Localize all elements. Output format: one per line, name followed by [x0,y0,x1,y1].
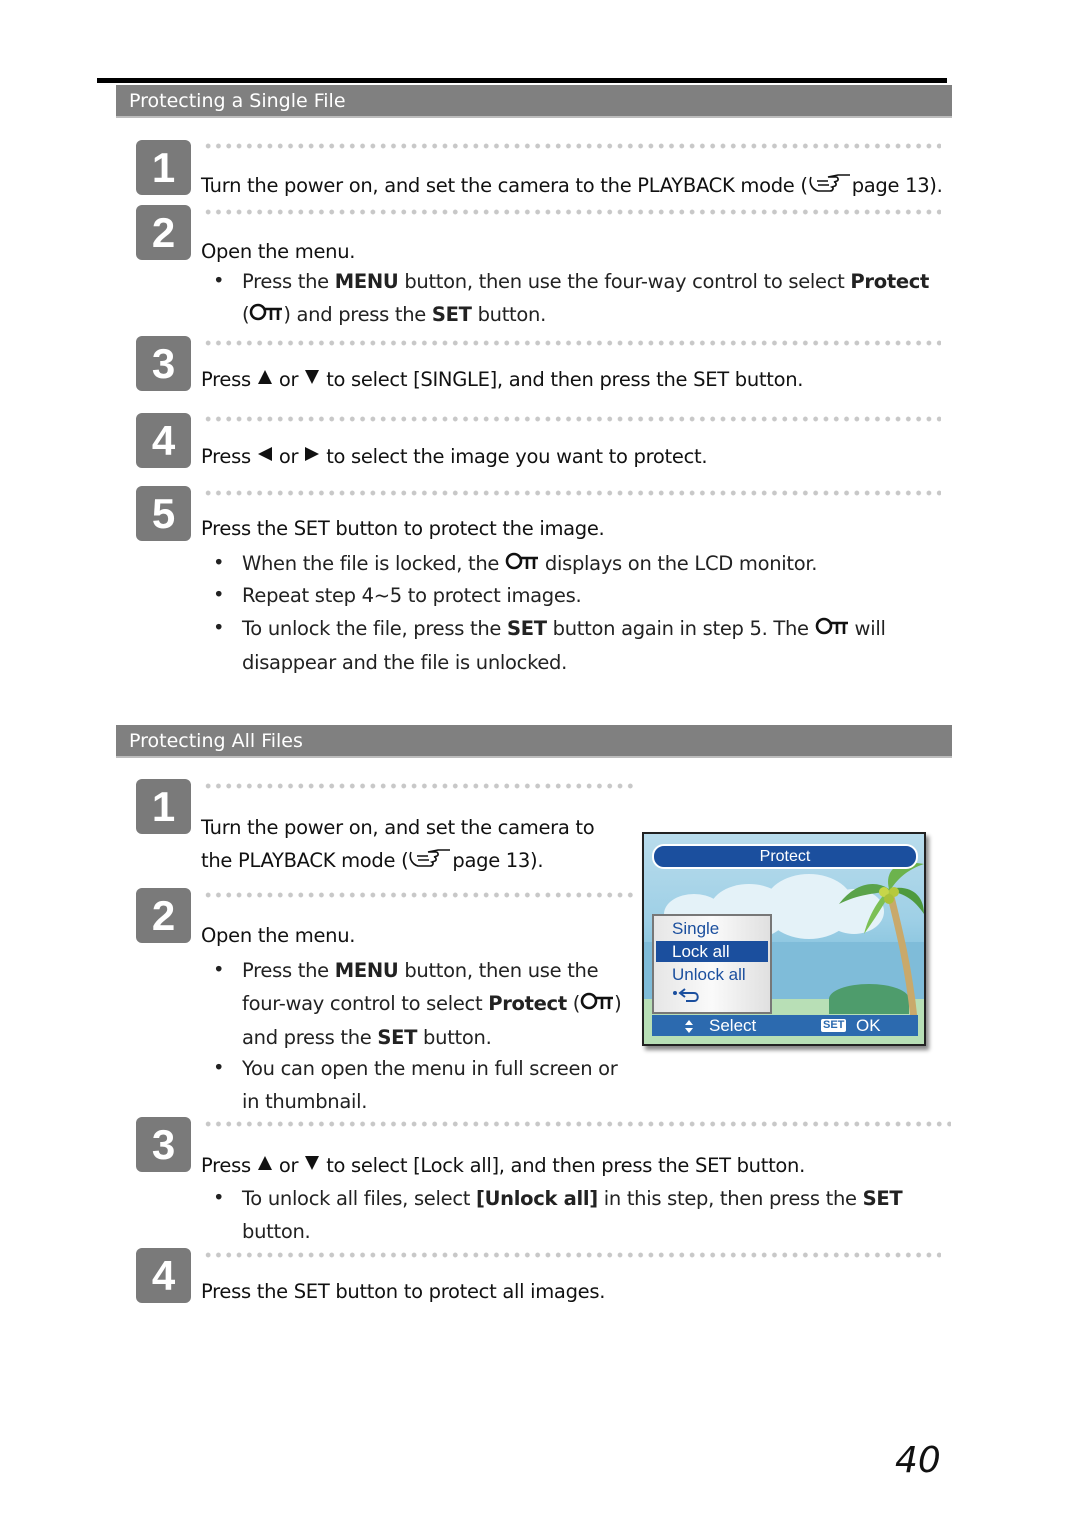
pointing-hand-icon [808,172,852,199]
bullet-text: To unlock all files, select [Unlock all]… [242,1187,903,1243]
lcd-menu-item-single[interactable]: Single [656,918,768,939]
step-number-badge: 1 [136,140,191,195]
top-rule [97,78,947,83]
step-number-badge: 3 [136,1117,191,1172]
step-number-badge: 2 [136,888,191,943]
step-title: Open the menu. [201,240,356,263]
step-number-badge: 2 [136,205,191,260]
step-number-badge: 4 [136,413,191,468]
dotted-divider [203,783,635,789]
bullet-dot: • [213,616,225,639]
bullet-text: Repeat step 4~5 to protect images. [242,584,582,607]
bullet-dot: • [213,958,225,981]
dotted-divider [203,143,941,149]
step-number-badge: 4 [136,1248,191,1303]
key-lock-icon [249,299,283,332]
dotted-divider [203,1252,941,1258]
step-title: Press or to select [Lock all], and then pr… [201,1153,806,1177]
step-title: Press or to select the image you want to p… [201,444,708,468]
dotted-divider [203,416,941,422]
lcd-menu-item-lock-all[interactable]: Lock all [656,941,768,962]
step-number-badge: 5 [136,486,191,541]
step-title: Press the SET button to protect all imag… [201,1280,606,1303]
left-triangle-icon [257,444,273,467]
section-header-all-files: Protecting All Files [116,725,952,758]
down-triangle-icon [304,1153,320,1176]
dotted-divider [203,1121,951,1127]
bullet-text: Press the MENU button, then use the four… [242,959,622,1049]
bullet-dot: • [213,551,225,574]
step-title: Turn the power on, and set the camera to… [201,811,595,879]
step-title: Press the SET button to protect the imag… [201,517,605,540]
pointing-hand-icon [408,846,452,879]
key-lock-icon [505,548,539,581]
dotted-divider [203,340,941,346]
dotted-divider [203,209,941,215]
lcd-footer-select: Select [709,1016,757,1035]
bullet-dot: • [213,1056,225,1079]
key-lock-icon [580,988,614,1021]
section-title: Protecting a Single File [129,90,346,112]
lcd-footer-bar: Select SET OK [652,1015,918,1036]
set-button-badge: SET [821,1019,847,1032]
step-title: Open the menu. [201,924,356,947]
key-lock-icon [815,613,849,646]
step-title: Press or to select [SINGLE], and then pres… [201,367,804,391]
page-number: 40 [895,1440,941,1481]
right-triangle-icon [304,444,320,467]
bullet-text: To unlock the file, press the SET button… [242,612,922,679]
dotted-divider [203,892,635,898]
down-triangle-icon [304,367,320,390]
bullet-text: When the file is locked, the displays on… [242,547,818,581]
step-number-badge: 1 [136,779,191,834]
lcd-protect-menu: Single Lock all Unlock all [652,914,772,1014]
lcd-menu-title: Protect [652,844,918,869]
up-triangle-icon [257,367,273,390]
palm-tree-icon [839,862,924,1019]
camera-lcd-screen: Protect Single Lock all Unlock all Selec… [642,832,926,1046]
up-triangle-icon [257,1153,273,1176]
step-number-badge: 3 [136,336,191,391]
bullet-dot: • [213,583,225,606]
up-down-arrows-icon [684,1018,694,1039]
bullet-text: Press the MENU button, then use the four… [242,265,942,332]
section-title: Protecting All Files [129,730,303,752]
bullet-dot: • [213,269,225,292]
lcd-menu-item-back[interactable] [656,987,768,1008]
lcd-menu-item-unlock-all[interactable]: Unlock all [656,964,768,985]
return-arrow-icon [672,988,702,1007]
step-title: Turn the power on, and set the camera to… [201,172,943,199]
bullet-text: You can open the menu in full screen or … [242,1057,618,1113]
bullet-dot: • [213,1186,225,1209]
dotted-divider [203,490,941,496]
section-header-single-file: Protecting a Single File [116,85,952,118]
lcd-footer-ok: OK [856,1016,881,1035]
